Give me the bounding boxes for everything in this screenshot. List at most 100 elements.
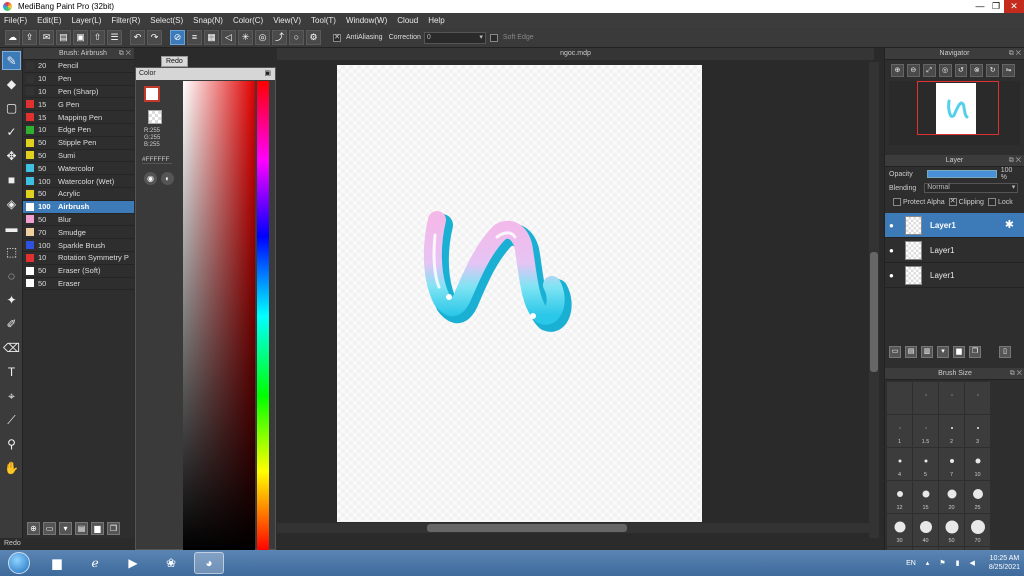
antialiasing-checkbox[interactable]: ✕ <box>333 33 341 42</box>
layer-settings-icon[interactable]: ✱ <box>1005 218 1014 231</box>
zoom-out-icon[interactable]: ⊖ <box>906 64 920 77</box>
clipping-checkbox[interactable]: ✕ <box>948 198 957 206</box>
operation-tool-icon[interactable]: ⌖ <box>2 387 21 406</box>
clock[interactable]: 10:25 AM 8/25/2021 <box>989 554 1020 572</box>
brush-item[interactable]: 50 Eraser (Soft) <box>23 265 134 278</box>
brush-size-cell[interactable]: 3 <box>965 415 990 447</box>
brush-item[interactable]: 50 Stipple Pen <box>23 137 134 150</box>
brush-size-cell[interactable]: 5 <box>913 448 938 480</box>
brush-size-cell[interactable]: 40 <box>913 514 938 546</box>
lasso-tool-icon[interactable]: ◌ <box>2 267 21 286</box>
menu-select[interactable]: Select(S) <box>150 16 183 25</box>
menu-edit[interactable]: Edit(E) <box>37 16 61 25</box>
comment-icon[interactable]: ✉ <box>39 30 54 45</box>
visibility-icon[interactable]: ● <box>889 221 899 230</box>
redo-icon[interactable]: ↷ <box>147 30 162 45</box>
duplicate-layer-icon[interactable]: ❐ <box>969 346 981 358</box>
menu-layer[interactable]: Layer(L) <box>72 16 102 25</box>
snap-concentric-icon[interactable]: ◎ <box>255 30 270 45</box>
foreground-color-swatch[interactable] <box>144 86 160 102</box>
app-icon-green[interactable]: ❀ <box>156 552 186 574</box>
background-color-swatch[interactable] <box>148 110 162 124</box>
start-button[interactable] <box>8 552 30 574</box>
brush-size-cell[interactable] <box>887 382 912 414</box>
navigator-close-icon[interactable]: ⧉ ✕ <box>1009 48 1021 60</box>
hue-slider[interactable] <box>257 81 269 551</box>
hand-tool-icon[interactable]: ✋ <box>2 459 21 478</box>
fit-view-icon[interactable]: ⤢ <box>922 64 936 77</box>
file-explorer-icon[interactable]: ▆ <box>42 552 72 574</box>
media-player-icon[interactable]: ▶ <box>118 552 148 574</box>
brush-item[interactable]: 15 G Pen <box>23 98 134 112</box>
snap-settings-icon[interactable]: ⚙ <box>306 30 321 45</box>
brush-size-cell[interactable]: 50 <box>939 514 964 546</box>
snap-circle-icon[interactable]: ○ <box>289 30 304 45</box>
eraser-tool-icon[interactable]: ◆ <box>2 75 21 94</box>
save-icon[interactable]: ▣ <box>73 30 88 45</box>
correction-select[interactable]: 0 <box>423 31 486 44</box>
network-icon[interactable]: ▮ <box>956 559 960 567</box>
snap-radial-icon[interactable]: ✳ <box>238 30 253 45</box>
menu-color[interactable]: Color(C) <box>233 16 263 25</box>
internet-explorer-icon[interactable]: ℯ <box>80 552 110 574</box>
new-layer-8bit-icon[interactable]: ▤ <box>905 346 917 358</box>
hex-value[interactable]: #FFFFFF <box>142 156 172 164</box>
new-layer-icon[interactable]: ▭ <box>889 346 901 358</box>
snap-grid-icon[interactable]: ▦ <box>204 30 219 45</box>
menu-view[interactable]: View(V) <box>273 16 301 25</box>
brush-item[interactable]: 70 Smudge <box>23 226 134 240</box>
brush-item[interactable]: 50 Watercolor <box>23 162 134 176</box>
brush-item[interactable]: 10 Edge Pen <box>23 124 134 137</box>
color-wheel-icon[interactable]: ◐ <box>161 172 174 185</box>
brush-size-cell[interactable]: 10 <box>965 448 990 480</box>
select-pen-2-icon[interactable]: ✐ <box>2 315 21 334</box>
reset-rotation-icon[interactable]: ⊗ <box>970 64 984 77</box>
brush-size-cell[interactable]: 4 <box>887 448 912 480</box>
rotate-right-icon[interactable]: ↻ <box>986 64 1000 77</box>
brush-item[interactable]: 15 Mapping Pen <box>23 111 134 124</box>
brush-item[interactable]: 10 Pen (Sharp) <box>23 86 134 99</box>
share-icon[interactable]: ⇧ <box>90 30 105 45</box>
brush-folder-icon[interactable]: ▆ <box>91 522 104 535</box>
vertical-scrollbar[interactable] <box>869 62 879 538</box>
menu-snap[interactable]: Snap(N) <box>193 16 223 25</box>
dot-tool-icon[interactable]: ▢ <box>2 99 21 118</box>
shape-tool-icon[interactable]: ■ <box>2 171 21 190</box>
palette-icon[interactable]: ◉ <box>144 172 157 185</box>
upload-icon[interactable]: ⇪ <box>22 30 37 45</box>
navigator-preview[interactable] <box>889 81 1020 145</box>
minimize-button[interactable]: — <box>972 0 988 13</box>
move-tool-icon[interactable]: ✥ <box>2 147 21 166</box>
brush-size-cell[interactable]: 1 <box>887 415 912 447</box>
layer-menu-icon[interactable]: ▾ <box>937 346 949 358</box>
actual-size-icon[interactable]: ◎ <box>938 64 952 77</box>
list-icon[interactable]: ☰ <box>107 30 122 45</box>
brush-size-cell[interactable]: 15 <box>913 481 938 513</box>
brush-item[interactable]: 10 Rotation Symmetry P <box>23 252 134 265</box>
snap-perspective-icon[interactable]: ◁ <box>221 30 236 45</box>
select-pen-icon[interactable]: ✓ <box>2 123 21 142</box>
snap-parallel-icon[interactable]: ≡ <box>187 30 202 45</box>
select-rect-icon[interactable]: ⬚ <box>2 243 21 262</box>
brush-size-cell[interactable]: 12 <box>887 481 912 513</box>
brush-size-cell[interactable] <box>939 382 964 414</box>
volume-icon[interactable]: ◀ <box>969 559 974 567</box>
menu-window[interactable]: Window(W) <box>346 16 387 25</box>
new-layer-1bit-icon[interactable]: ▥ <box>921 346 933 358</box>
soft-edge-checkbox[interactable] <box>489 33 498 42</box>
visibility-icon[interactable]: ● <box>889 271 899 280</box>
text-tool-icon[interactable]: T <box>2 363 21 382</box>
brush-item[interactable]: 10 Pen <box>23 73 134 86</box>
horizontal-scrollbar[interactable] <box>277 523 869 533</box>
lock-checkbox[interactable] <box>987 198 996 206</box>
snap-curve-icon[interactable]: ⤴ <box>272 30 287 45</box>
flip-icon[interactable]: ⇋ <box>1002 64 1015 77</box>
tray-arrow-icon[interactable]: ▴ <box>926 559 930 567</box>
brush-tool-icon[interactable]: ✎ <box>2 51 21 70</box>
document-tab[interactable]: ngoc.mdp <box>277 48 874 60</box>
brush-item[interactable]: 100 Sparkle Brush <box>23 239 134 252</box>
select-eraser-icon[interactable]: ⌫ <box>2 339 21 358</box>
protect-alpha-checkbox[interactable] <box>893 198 901 206</box>
layer-panel-close-icon[interactable]: ⧉ ✕ <box>1009 155 1021 167</box>
cloud-icon[interactable]: ☁ <box>5 30 20 45</box>
